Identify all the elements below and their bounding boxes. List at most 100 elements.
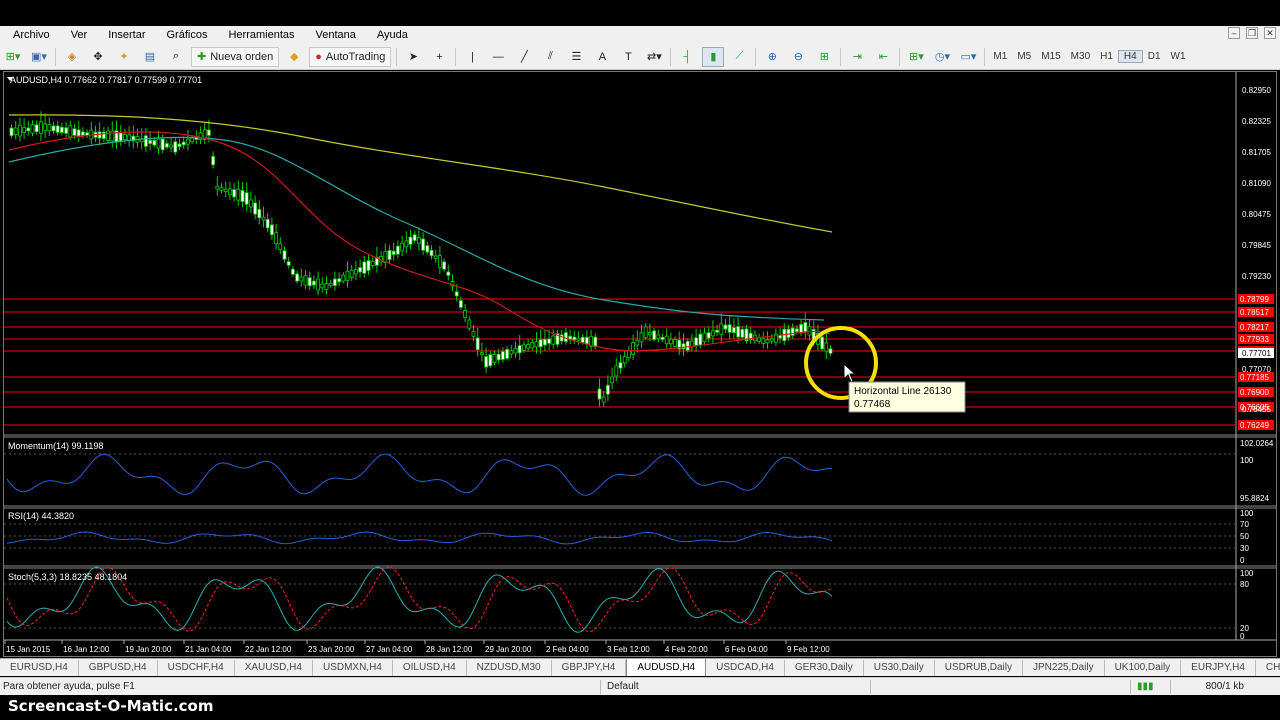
crosshair-icon[interactable]: + [428, 47, 450, 67]
candle-body [446, 271, 451, 276]
candle-body [412, 234, 417, 241]
date-tick-label: 21 Jan 04:00 [185, 645, 232, 654]
tf-w1[interactable]: W1 [1166, 51, 1191, 62]
chart-tab[interactable]: EURUSD,H4 [0, 660, 79, 676]
chart-tab[interactable]: GBPUSD,H4 [79, 660, 158, 676]
tf-m1[interactable]: M1 [988, 51, 1012, 62]
data-window-icon[interactable]: ✥ [87, 47, 109, 67]
candle-body [370, 260, 375, 266]
chart-tab[interactable]: AUDUSD,H4 [626, 659, 707, 676]
chart-tab[interactable]: USDRUB,Daily [935, 660, 1023, 676]
cursor-icon[interactable]: ➤ [402, 47, 424, 67]
bar-chart-icon[interactable]: ┤ [676, 47, 698, 67]
tester-icon[interactable]: ⌕ [165, 47, 187, 67]
tf-m30[interactable]: M30 [1066, 51, 1095, 62]
window-top-bar [0, 0, 1280, 26]
fibonacci-icon[interactable]: ☰ [565, 47, 587, 67]
label-icon[interactable]: T [617, 47, 639, 67]
candle-body [244, 192, 249, 205]
new-order-button[interactable]: ✚ Nueva orden [191, 46, 280, 67]
auto-scroll-icon[interactable]: ⇥ [846, 47, 868, 67]
market-watch-icon[interactable]: ◈ [61, 47, 83, 67]
candle-body [648, 332, 652, 336]
tf-h4[interactable]: H4 [1117, 50, 1143, 63]
candle-body [30, 124, 35, 134]
chart-tab[interactable]: OILUSD,H4 [393, 660, 467, 676]
menu-ventana[interactable]: Ventana [303, 29, 364, 41]
tf-d1[interactable]: D1 [1143, 51, 1166, 62]
chart-tab[interactable]: JPN225,Daily [1023, 660, 1105, 676]
candle-body [711, 330, 715, 337]
vertical-line-icon[interactable]: | [461, 47, 483, 67]
price-tick-label: 0.81705 [1242, 148, 1271, 157]
minimize-icon[interactable]: – [1228, 27, 1240, 39]
chart-canvas[interactable]: 0.787990.785170.782170.779330.776390.771… [4, 72, 1276, 656]
candle-body [433, 255, 438, 259]
candle-body [362, 261, 367, 274]
chart-tab[interactable]: USDMXN,H4 [313, 660, 393, 676]
restore-icon[interactable]: ❐ [1246, 27, 1258, 39]
menu-insertar[interactable]: Insertar [95, 29, 153, 41]
chart-tab[interactable]: XAUUSD,H4 [235, 660, 313, 676]
candle-body [64, 127, 68, 134]
candle-body [387, 250, 392, 260]
tooltip-line1: Horizontal Line 26130 [854, 386, 952, 397]
menu-graficos[interactable]: Gráficos [154, 29, 216, 41]
indicators-icon[interactable]: ⊞▾ [905, 47, 927, 67]
candle-body [807, 326, 812, 336]
navigator-icon[interactable]: ✦ [113, 47, 135, 67]
chart-tab[interactable]: NZDUSD,M30 [467, 660, 552, 676]
menu-archivo[interactable]: Archivo [0, 29, 58, 41]
chart-tab[interactable]: GBPJPY,H4 [552, 660, 627, 676]
zoom-in-icon[interactable]: ⊕ [761, 47, 783, 67]
terminal-icon[interactable]: ▤ [139, 47, 161, 67]
candle-body [51, 125, 56, 132]
chart-shift-icon[interactable]: ⇤ [872, 47, 894, 67]
shapes-icon[interactable]: ⇄▾ [643, 47, 665, 67]
rsi-tick-label: 0 [1240, 556, 1245, 565]
candle-body [769, 337, 774, 342]
menu-ver[interactable]: Ver [58, 29, 96, 41]
candle-body [286, 261, 291, 266]
chart-window[interactable]: 0.787990.785170.782170.779330.776390.771… [3, 71, 1277, 657]
candle-body [673, 339, 677, 347]
templates-icon[interactable]: ▭▾ [957, 47, 979, 67]
text-icon[interactable]: A [591, 47, 613, 67]
tf-h1[interactable]: H1 [1095, 51, 1118, 62]
metaeditor-icon[interactable]: ◆ [283, 47, 305, 67]
candle-chart-icon[interactable]: ▮ [702, 46, 725, 67]
channel-icon[interactable]: ⫽ [539, 47, 561, 67]
chart-tab[interactable]: GER30,Daily [785, 660, 864, 676]
momentum-tick-label: 100 [1240, 456, 1254, 465]
trendline-icon[interactable]: ╱ [513, 47, 535, 67]
close-icon[interactable]: ✕ [1264, 27, 1276, 39]
chart-tab[interactable]: CHFJP [1256, 660, 1280, 676]
candle-body [160, 138, 165, 151]
window-controls: – ❐ ✕ [1228, 27, 1276, 39]
candle-body [416, 237, 421, 244]
autotrading-button[interactable]: ● AutoTrading [309, 46, 392, 67]
price-tick-label: 0.77701 [1242, 349, 1271, 358]
chart-tab[interactable]: UK100,Daily [1105, 660, 1182, 676]
candle-body [660, 336, 665, 340]
tf-m15[interactable]: M15 [1036, 51, 1065, 62]
chart-tab[interactable]: USDCAD,H4 [706, 660, 785, 676]
chart-tab[interactable]: EURJPY,H4 [1181, 660, 1256, 676]
candle-body [400, 242, 405, 252]
candle-body [530, 342, 535, 349]
chart-tabs: EURUSD,H4 GBPUSD,H4 USDCHF,H4 XAUUSD,H4 USDM… [0, 658, 1280, 676]
menu-ayuda[interactable]: Ayuda [364, 29, 416, 41]
tf-m5[interactable]: M5 [1012, 51, 1036, 62]
candle-body [547, 338, 551, 344]
chart-tab[interactable]: USDCHF,H4 [158, 660, 235, 676]
periods-icon[interactable]: ◷▾ [931, 47, 953, 67]
menu-herramientas[interactable]: Herramientas [215, 29, 302, 41]
zoom-out-icon[interactable]: ⊖ [787, 47, 809, 67]
profiles-icon[interactable]: ▣▾ [28, 47, 50, 67]
tile-windows-icon[interactable]: ⊞ [813, 47, 835, 67]
line-chart-icon[interactable]: ⟋ [728, 47, 750, 67]
new-chart-icon[interactable]: ⊞▾ [2, 47, 24, 67]
horizontal-line-icon[interactable]: — [487, 47, 509, 67]
stoch-tick-label: 0 [1240, 632, 1245, 641]
chart-tab[interactable]: US30,Daily [864, 660, 935, 676]
